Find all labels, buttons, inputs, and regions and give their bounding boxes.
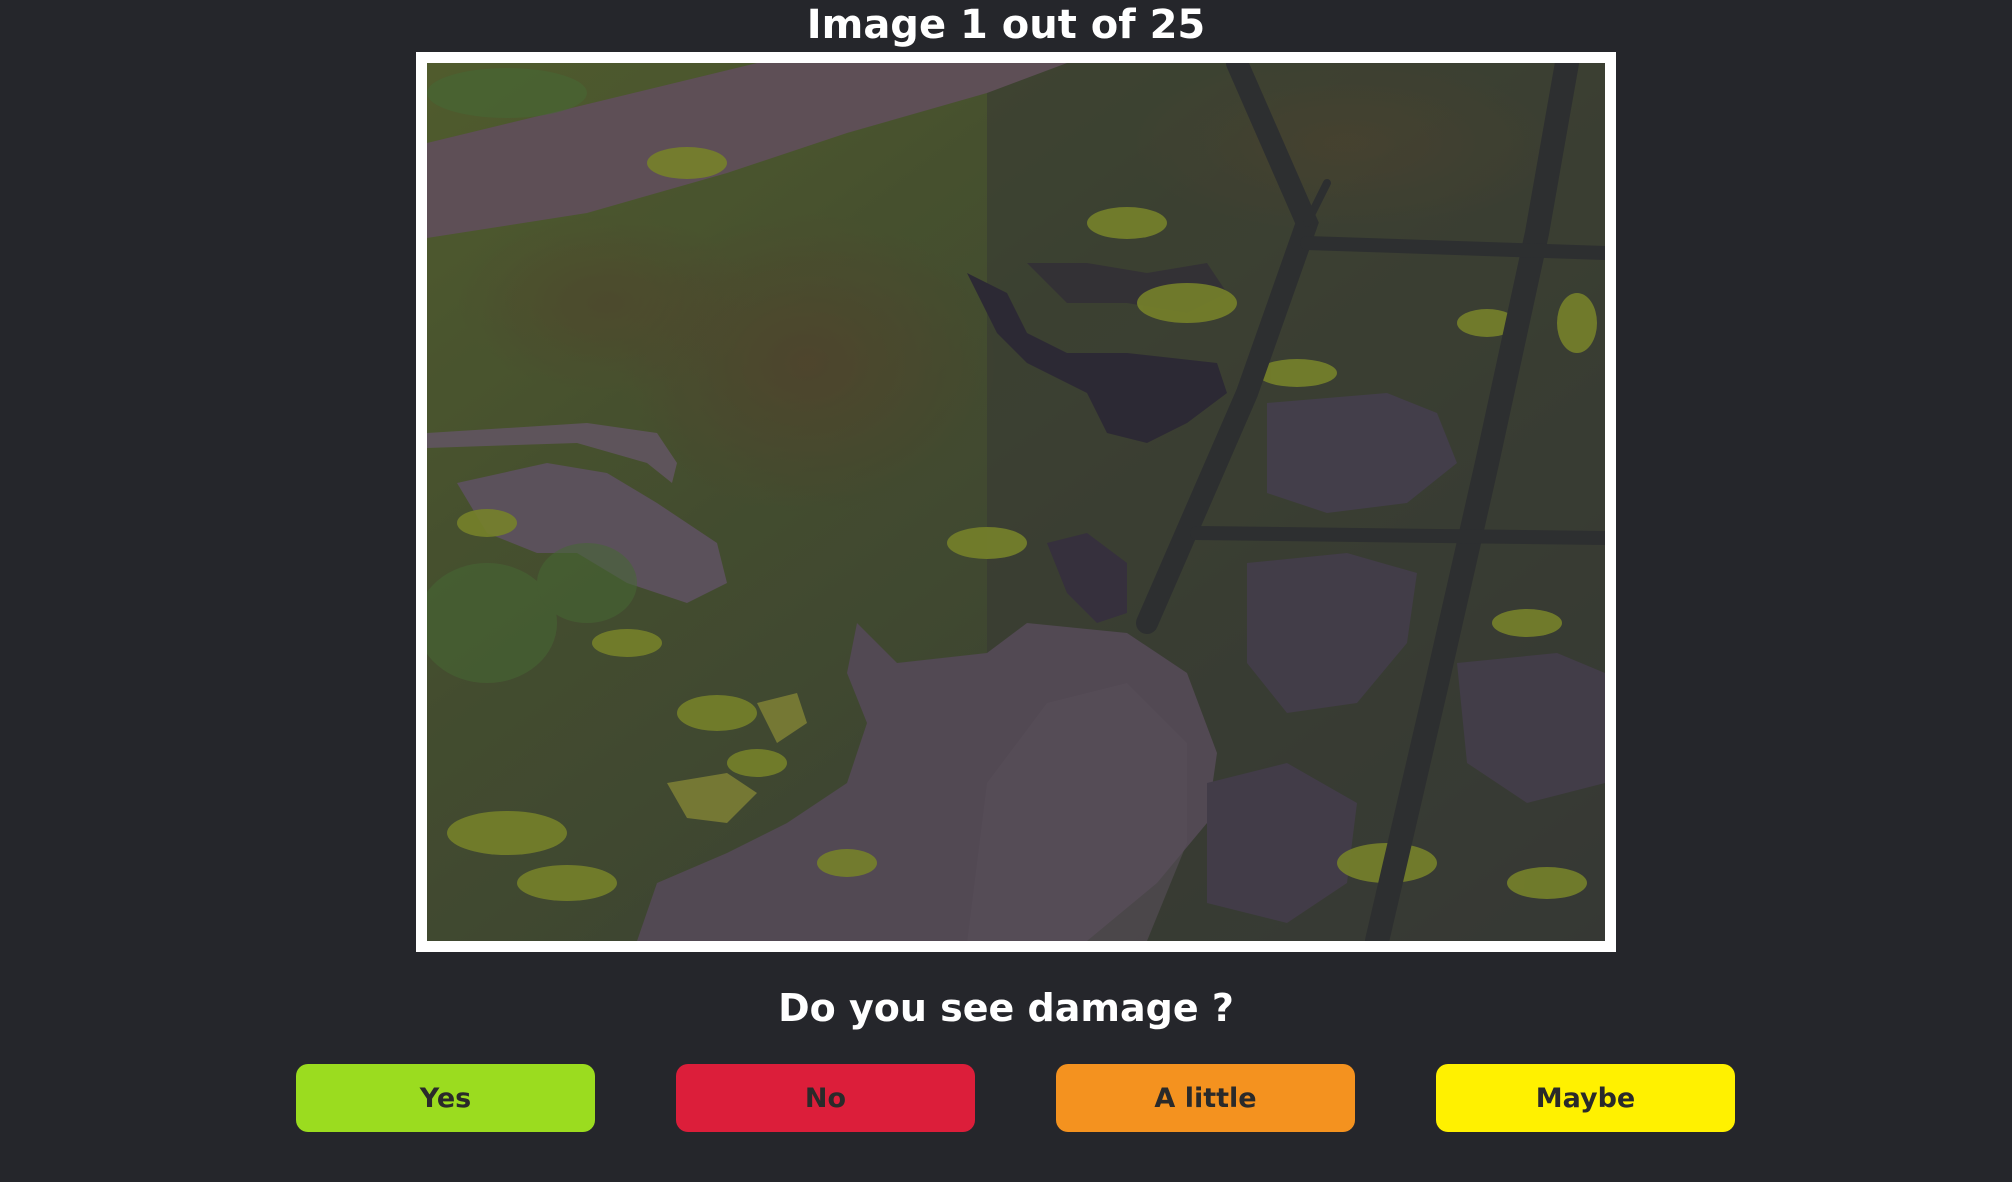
answer-buttons: Yes No A little Maybe: [0, 1064, 2012, 1132]
aerial-image-frame: [416, 52, 1616, 952]
damage-question: Do you see damage ?: [778, 986, 1234, 1030]
maybe-button[interactable]: Maybe: [1436, 1064, 1735, 1132]
aerial-image: [427, 63, 1605, 941]
no-button[interactable]: No: [676, 1064, 975, 1132]
yes-button[interactable]: Yes: [296, 1064, 595, 1132]
a-little-button[interactable]: A little: [1056, 1064, 1355, 1132]
page-title: Image 1 out of 25: [806, 2, 1206, 48]
survey-page: Image 1 out of 25 Do you see damage ? Ye…: [0, 0, 2012, 1182]
